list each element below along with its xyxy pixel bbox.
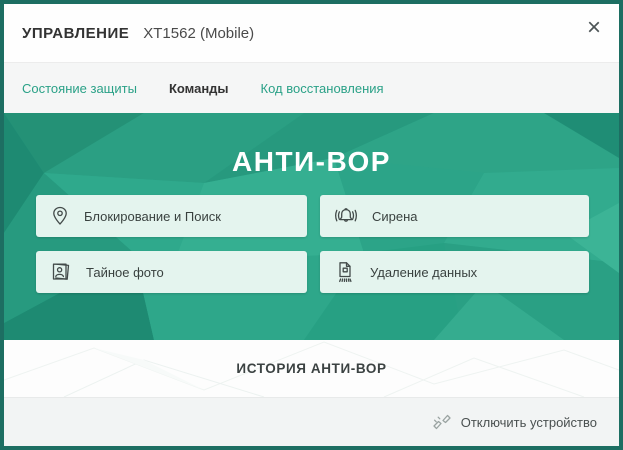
tab-commands[interactable]: Команды (169, 81, 229, 96)
history-title: ИСТОРИЯ АНТИ-ВОР (236, 361, 386, 376)
data-wipe-button[interactable]: Удаление данных (320, 251, 589, 293)
antitheft-history-section: ИСТОРИЯ АНТИ-ВОР (4, 340, 619, 397)
button-label: Блокирование и Поиск (84, 209, 221, 224)
siren-button[interactable]: Сирена (320, 195, 589, 237)
button-label: Сирена (372, 209, 418, 224)
lock-and-locate-button[interactable]: Блокирование и Поиск (36, 195, 307, 237)
secret-photo-button[interactable]: Тайное фото (36, 251, 307, 293)
antitheft-section: АНТИ-ВОР Блокирование и Поиск Сирена (4, 113, 619, 340)
device-management-dialog: УПРАВЛЕНИЕ XT1562 (Mobile) × Состояние з… (0, 0, 623, 450)
secret-photo-icon (49, 261, 73, 283)
close-icon[interactable]: × (581, 12, 607, 44)
siren-bell-icon (333, 205, 359, 227)
dialog-title: УПРАВЛЕНИЕ (22, 25, 129, 42)
disconnect-device-button[interactable]: Отключить устройство (430, 412, 597, 432)
button-label: Тайное фото (86, 265, 164, 280)
dialog-footer: Отключить устройство (4, 397, 619, 446)
location-pin-icon (49, 205, 71, 227)
tab-recovery-code[interactable]: Код восстановления (261, 81, 384, 96)
disconnect-label: Отключить устройство (461, 415, 597, 430)
button-label: Удаление данных (370, 265, 477, 280)
device-name: XT1562 (Mobile) (143, 25, 254, 42)
antitheft-title: АНТИ-ВОР (4, 146, 619, 178)
data-wipe-icon (333, 260, 357, 284)
tab-protection-status[interactable]: Состояние защиты (22, 81, 137, 96)
dialog-header: УПРАВЛЕНИЕ XT1562 (Mobile) × (4, 4, 619, 62)
disconnect-icon (430, 412, 452, 432)
tab-bar: Состояние защиты Команды Код восстановле… (4, 62, 619, 113)
